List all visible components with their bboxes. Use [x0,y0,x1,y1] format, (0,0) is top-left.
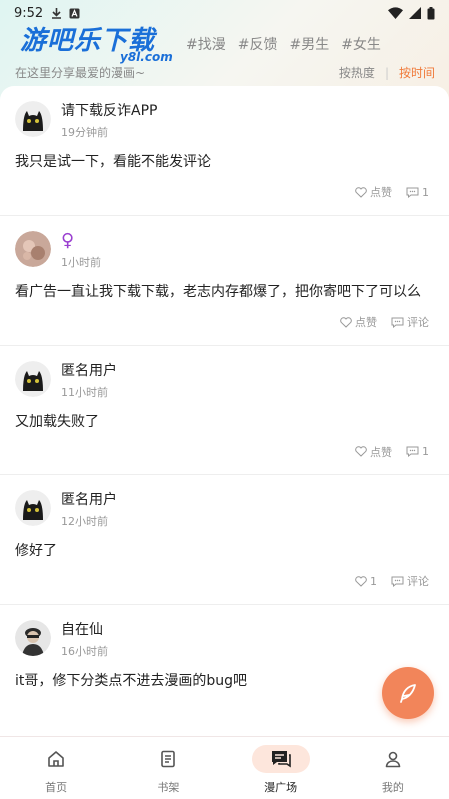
sort-by-time[interactable]: 按时间 [399,64,435,81]
post-header: ♀ 1小时前 [15,231,101,270]
comment-button[interactable]: 评论 [391,314,429,330]
comment-icon [406,446,419,457]
tab-manga-square-label: 漫广场 [264,781,298,794]
post-actions: 点赞 评论 [340,314,429,330]
tab-home-label: 首页 [45,781,68,794]
post-header: 匿名用户 12小时前 [15,490,117,529]
avatar[interactable] [15,231,51,267]
comment-icon [406,187,419,198]
signal-icon [409,7,421,19]
status-time: 9:52 [14,5,44,21]
font-icon [69,8,80,18]
download-icon [52,8,62,19]
user-info: 请下载反诈APP 19分钟前 [61,101,157,140]
status-icons-right [388,6,435,20]
user-info: 自在仙 16小时前 [61,620,108,659]
avatar[interactable] [15,360,51,397]
home-icon [27,745,85,773]
post-time: 16小时前 [61,644,108,658]
sort-options: 按热度 | 按时间 [339,64,435,81]
comment-button[interactable]: 评论 [391,573,429,589]
username[interactable]: 自在仙 [61,620,108,640]
comment-icon [391,317,404,328]
sort-by-hot[interactable]: 按热度 [339,64,375,81]
post-content[interactable]: it哥，修下分类点不进去漫画的bug吧 [15,670,247,690]
bookshelf-icon [139,745,197,773]
like-button[interactable]: 点赞 [355,444,392,460]
tab-manga-square[interactable]: 漫广场 [225,737,337,799]
post-content[interactable]: 修好了 [15,540,57,560]
like-button[interactable]: 点赞 [340,314,377,330]
comment-icon [391,576,404,587]
user-info: 匿名用户 12小时前 [61,490,117,529]
battery-icon [427,6,435,19]
tab-bookshelf[interactable]: 书架 [112,737,224,799]
post-item[interactable]: ♀ 1小时前 看广告一直让我下载下载，老志内存都爆了，把你寄吧下了可以么 点赞 … [0,216,449,346]
comment-label: 评论 [407,316,429,329]
heart-icon [355,446,367,457]
comment-button[interactable]: 1 [406,445,429,458]
tag-male[interactable]: #男生 [289,34,329,54]
post-item[interactable]: 匿名用户 12小时前 修好了 1 评论 [0,475,449,605]
comment-button[interactable]: 1 [406,186,429,199]
wifi-icon [388,7,403,19]
like-label: 点赞 [355,316,377,329]
username[interactable]: 匿名用户 [61,361,117,381]
post-content[interactable]: 又加载失败了 [15,411,99,431]
post-time: 12小时前 [61,515,108,528]
post-item[interactable]: 请下载反诈APP 19分钟前 我只是试一下，看能不能发评论 点赞 1 [0,86,449,216]
heart-icon [355,186,367,198]
heart-icon [340,316,352,328]
watermark-logo-sub: y8l.com [120,50,173,64]
comment-label: 评论 [407,575,429,588]
feather-pen-icon [400,684,416,703]
comment-label: 1 [422,185,429,199]
post-actions: 点赞 1 [355,184,429,200]
post-header: 自在仙 16小时前 [15,619,108,659]
like-button[interactable]: 点赞 [355,184,392,200]
post-item[interactable]: 自在仙 16小时前 it哥，修下分类点不进去漫画的bug吧 1 [0,605,449,735]
post-actions: 点赞 1 [355,444,429,460]
tab-bookshelf-label: 书架 [157,781,180,794]
post-item[interactable]: 匿名用户 11小时前 又加载失败了 点赞 1 [0,346,449,475]
like-button[interactable]: 1 [355,575,377,588]
tab-home[interactable]: 首页 [0,737,112,799]
avatar[interactable] [15,490,51,526]
post-time: 11小时前 [61,385,108,399]
post-header: 匿名用户 11小时前 [15,360,117,400]
like-label: 点赞 [370,445,392,459]
compose-post-button[interactable] [382,667,434,719]
post-content[interactable]: 看广告一直让我下载下载，老志内存都爆了，把你寄吧下了可以么 [15,281,421,301]
post-feed[interactable]: 请下载反诈APP 19分钟前 我只是试一下，看能不能发评论 点赞 1 ♀ 1小时… [0,86,449,736]
username[interactable]: 请下载反诈APP [61,101,157,121]
post-time: 1小时前 [61,256,101,269]
post-actions: 1 评论 [355,573,429,589]
status-icons-left [51,7,80,19]
sort-divider: | [384,65,389,80]
avatar[interactable] [15,101,51,137]
username[interactable]: 匿名用户 [61,490,117,510]
post-content[interactable]: 我只是试一下，看能不能发评论 [15,151,211,171]
tag-feedback[interactable]: #反馈 [238,34,278,54]
avatar[interactable] [15,619,51,656]
heart-icon [355,575,367,587]
like-label: 1 [370,574,377,588]
tag-female[interactable]: #女生 [341,34,381,54]
chat-icon [251,745,310,773]
username[interactable]: ♀ [61,231,101,251]
profile-icon [364,745,422,773]
post-time: 19分钟前 [61,126,108,139]
tag-find-manga[interactable]: #找漫 [186,34,226,54]
tab-profile[interactable]: 我的 [337,737,449,799]
like-label: 点赞 [370,186,392,199]
page-subtitle: 在这里分享最爱的漫画~ [15,66,146,80]
tab-profile-label: 我的 [381,781,404,794]
post-header: 请下载反诈APP 19分钟前 [15,101,157,140]
female-icon: ♀ [61,230,75,251]
bottom-tab-bar: 首页 书架 漫广场 我的 [0,736,449,799]
comment-label: 1 [422,445,429,458]
user-info: ♀ 1小时前 [61,231,101,270]
user-info: 匿名用户 11小时前 [61,361,117,400]
